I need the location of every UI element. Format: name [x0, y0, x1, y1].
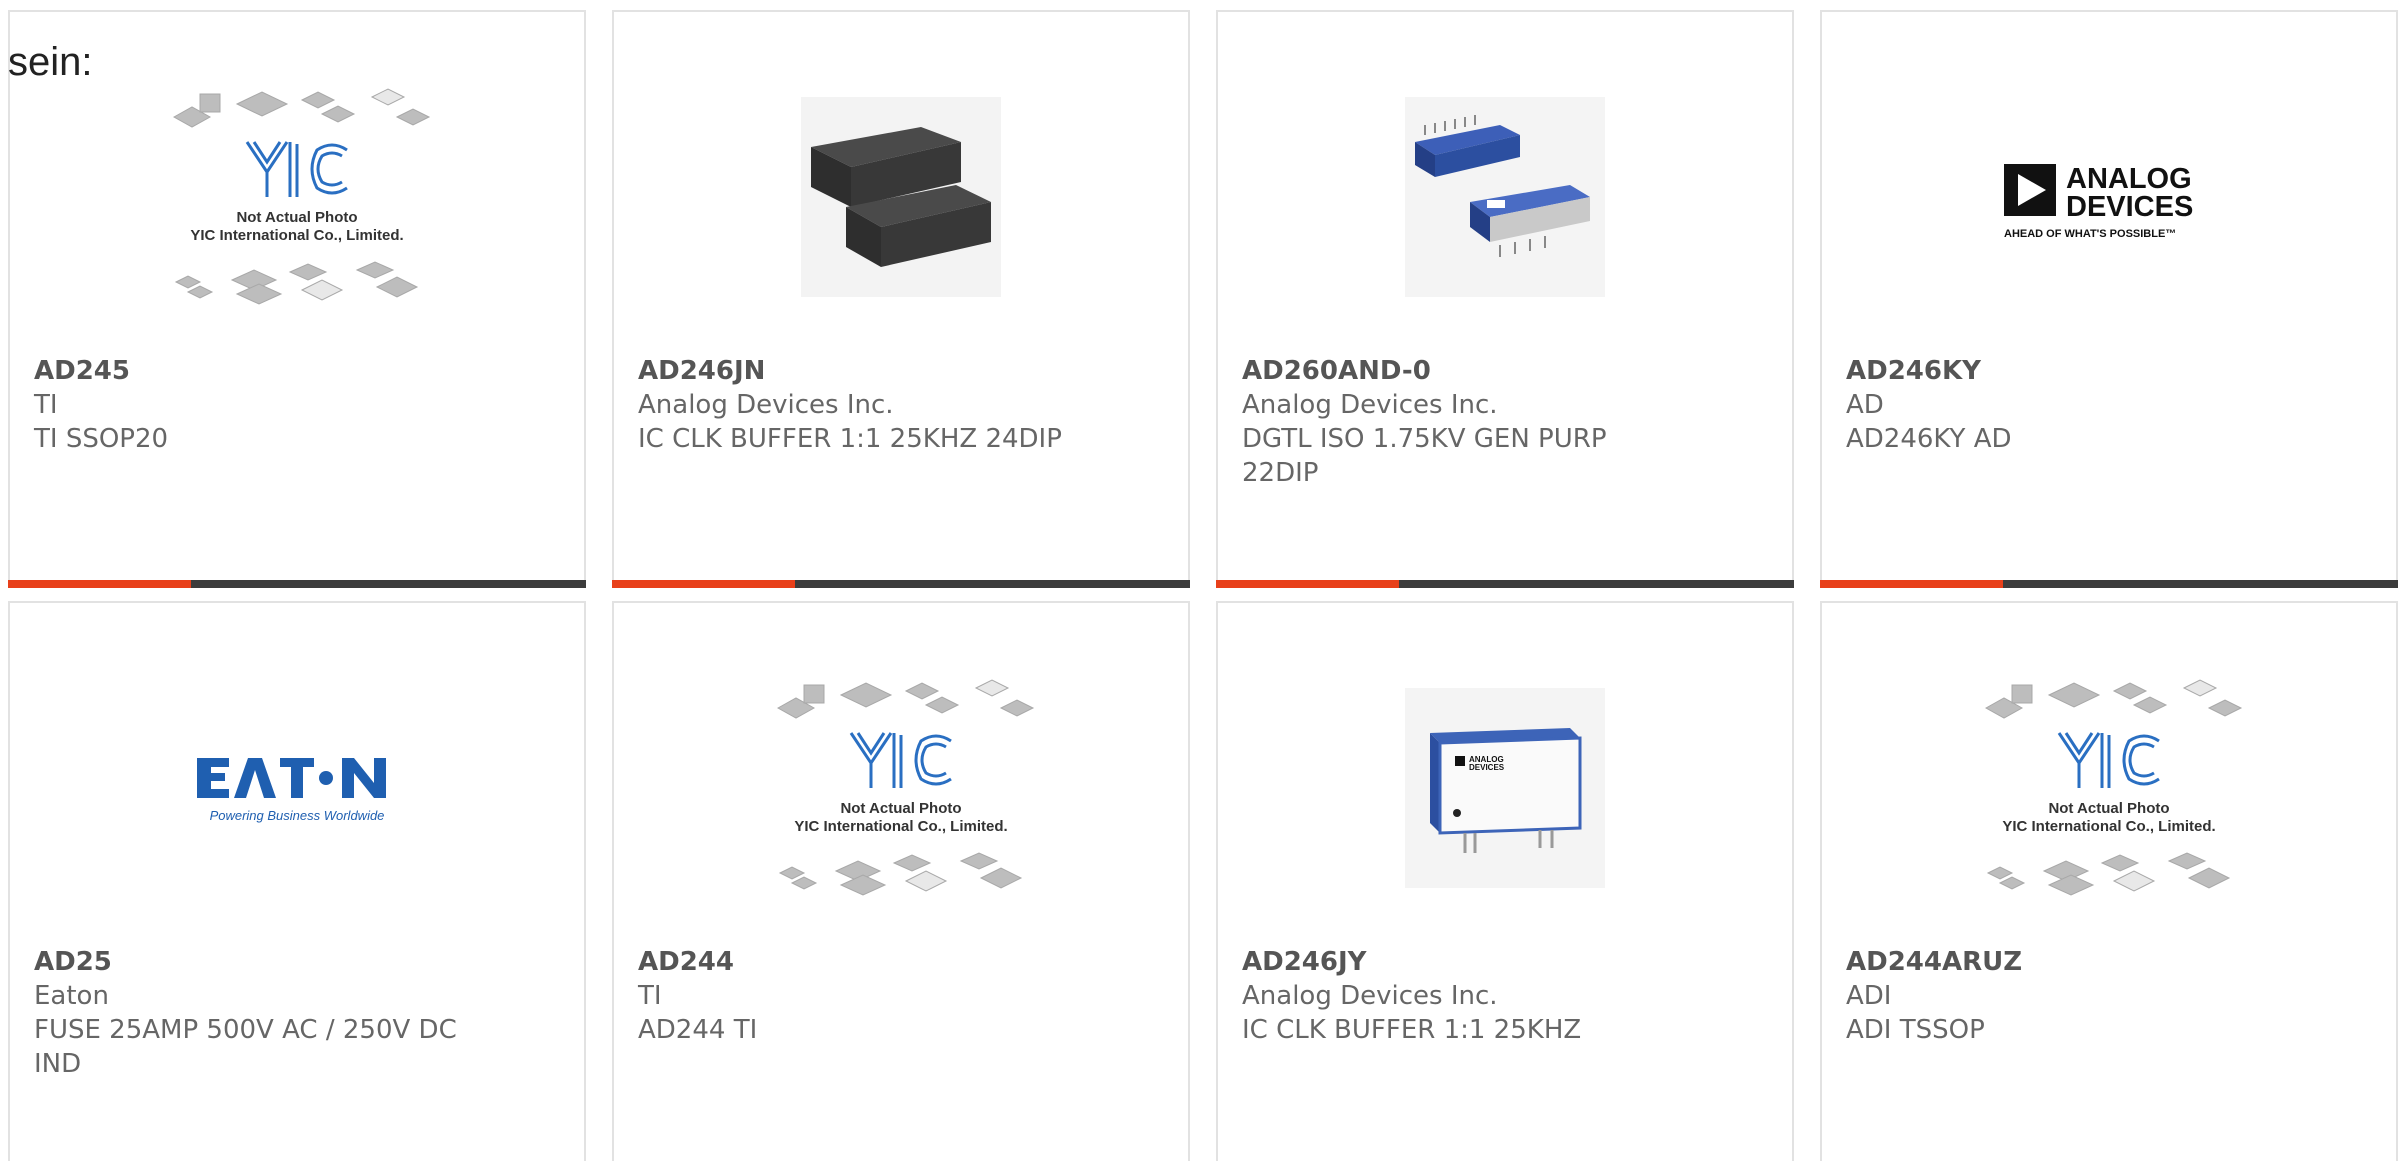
- yic-placeholder-image: Not Actual Photo YIC International Co., …: [10, 72, 584, 322]
- product-description: DGTL ISO 1.75KV GEN PURP 22DIP: [1242, 424, 1607, 488]
- card-accent-bar: [1820, 580, 2398, 588]
- svg-text:AHEAD OF WHAT'S POSSIBLE™: AHEAD OF WHAT'S POSSIBLE™: [2004, 228, 2176, 240]
- blue-isolator-module-photo: [1218, 72, 1792, 322]
- svg-text:YIC International Co., Limited: YIC International Co., Limited.: [190, 227, 403, 244]
- product-card[interactable]: Powering Business Worldwide AD25 Eaton F…: [8, 601, 586, 1161]
- product-description: FUSE 25AMP 500V AC / 250V DC IND: [34, 1015, 457, 1079]
- product-manufacturer: Eaton: [34, 981, 109, 1011]
- product-part-number[interactable]: AD246JY: [1242, 945, 1682, 979]
- yic-placeholder-image: Not Actual Photo YIC International Co., …: [614, 663, 1188, 913]
- product-card[interactable]: AD246JN Analog Devices Inc. IC CLK BUFFE…: [612, 10, 1190, 588]
- product-description: AD244 TI: [638, 1015, 758, 1045]
- card-accent-bar: [612, 580, 1190, 588]
- black-dip-module-photo: [614, 72, 1188, 322]
- card-accent-bar: [1216, 580, 1794, 588]
- product-description: IC CLK BUFFER 1:1 25KHZ: [1242, 1015, 1582, 1045]
- product-manufacturer: ADI: [1846, 981, 1892, 1011]
- product-part-number[interactable]: AD246KY: [1846, 354, 2286, 388]
- yic-placeholder-image: Not Actual Photo YIC International Co., …: [1822, 663, 2396, 913]
- product-manufacturer: Analog Devices Inc.: [638, 390, 894, 420]
- product-manufacturer: AD: [1846, 390, 1884, 420]
- svg-text:Powering Business Worldwide: Powering Business Worldwide: [210, 808, 385, 823]
- product-manufacturer: TI: [34, 390, 58, 420]
- svg-text:YIC International Co., Limited: YIC International Co., Limited.: [2002, 818, 2215, 835]
- eaton-logo: Powering Business Worldwide: [10, 663, 584, 913]
- product-grid: Not Actual Photo YIC International Co., …: [8, 10, 2400, 1161]
- svg-text:DEVICES: DEVICES: [1469, 763, 1505, 772]
- product-card[interactable]: Not Actual Photo YIC International Co., …: [8, 10, 586, 588]
- product-description: TI SSOP20: [34, 424, 169, 454]
- intro-text: sein:: [8, 40, 93, 84]
- svg-text:Not Actual Photo: Not Actual Photo: [236, 209, 357, 226]
- product-part-number[interactable]: AD245: [34, 354, 474, 388]
- product-manufacturer: TI: [638, 981, 662, 1011]
- svg-text:Not Actual Photo: Not Actual Photo: [840, 800, 961, 817]
- analog-devices-logo: ANALOG DEVICES AHEAD OF WHAT'S POSSIBLE™: [1822, 72, 2396, 322]
- product-card[interactable]: AD260AND-0 Analog Devices Inc. DGTL ISO …: [1216, 10, 1794, 588]
- card-accent-bar: [8, 580, 586, 588]
- product-description: ADI TSSOP: [1846, 1015, 1985, 1045]
- product-card[interactable]: ANALOG DEVICES AHEAD OF WHAT'S POSSIBLE™…: [1820, 10, 2398, 588]
- product-part-number[interactable]: AD244: [638, 945, 1078, 979]
- product-card[interactable]: Not Actual Photo YIC International Co., …: [1820, 601, 2398, 1161]
- product-part-number[interactable]: AD246JN: [638, 354, 1078, 388]
- product-grid-page: sein: Not Actual Photo YIC International…: [0, 0, 2400, 1161]
- product-card[interactable]: ANALOG DEVICES AD246JY Analog Devices In…: [1216, 601, 1794, 1161]
- svg-text:Not Actual Photo: Not Actual Photo: [2048, 800, 2169, 817]
- product-manufacturer: Analog Devices Inc.: [1242, 390, 1498, 420]
- svg-text:DEVICES: DEVICES: [2066, 191, 2193, 223]
- product-part-number[interactable]: AD244ARUZ: [1846, 945, 2286, 979]
- product-part-number[interactable]: AD25: [34, 945, 474, 979]
- product-description: IC CLK BUFFER 1:1 25KHZ 24DIP: [638, 424, 1062, 454]
- svg-text:YIC International Co., Limited: YIC International Co., Limited.: [794, 818, 1007, 835]
- product-part-number[interactable]: AD260AND-0: [1242, 354, 1682, 388]
- product-description: AD246KY AD: [1846, 424, 2012, 454]
- product-manufacturer: Analog Devices Inc.: [1242, 981, 1498, 1011]
- product-card[interactable]: Not Actual Photo YIC International Co., …: [612, 601, 1190, 1161]
- white-module-photo: ANALOG DEVICES: [1218, 663, 1792, 913]
